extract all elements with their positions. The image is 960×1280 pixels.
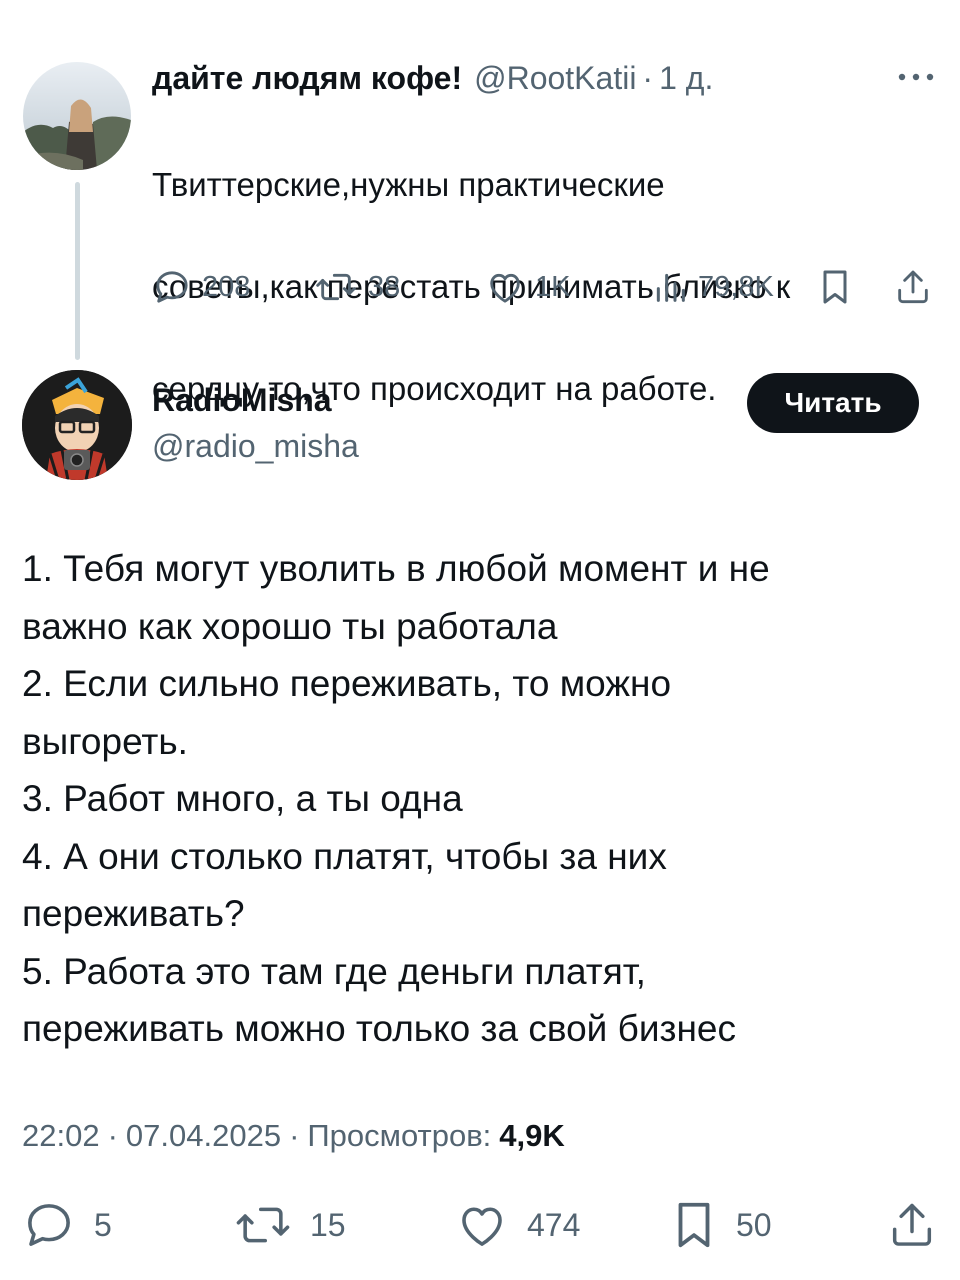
main-text-line: 5. Работа это там где деньги платят, xyxy=(22,950,646,992)
bookmark-icon xyxy=(678,1202,710,1248)
retweet-icon xyxy=(316,273,356,301)
tweet-time[interactable]: 22:02 xyxy=(22,1118,100,1154)
main-text-line: переживать? xyxy=(22,893,245,934)
parent-author-handle[interactable]: @RootKatii xyxy=(474,60,636,97)
reply-button[interactable]: 5 xyxy=(22,1198,112,1252)
like-button[interactable]: 474 xyxy=(455,1198,580,1252)
parent-reply-count: 208 xyxy=(202,270,251,303)
follow-button[interactable]: Читать xyxy=(747,373,919,433)
parent-author-name[interactable]: дайте людям кофе! xyxy=(152,60,462,97)
views-count[interactable]: 4,9K xyxy=(499,1118,564,1154)
like-icon xyxy=(490,273,520,303)
main-text-line: важно как хорошо ты работала xyxy=(22,605,558,647)
parent-tweet-time[interactable]: 1 д. xyxy=(659,60,713,97)
header-separator: · xyxy=(642,60,654,96)
reply-icon xyxy=(156,271,188,303)
retweet-button[interactable]: 15 xyxy=(234,1198,346,1252)
main-author-name[interactable]: RadioMisha xyxy=(152,382,332,419)
reply-icon xyxy=(28,1204,70,1246)
views-label: Просмотров: xyxy=(307,1118,492,1153)
main-text-line: выгореть. xyxy=(22,720,188,762)
main-text-line: 3. Работ много, а ты одна xyxy=(22,778,463,819)
parent-share-button[interactable] xyxy=(893,266,933,308)
retweet-count: 15 xyxy=(310,1206,346,1243)
like-icon xyxy=(462,1207,502,1246)
parent-like-count: 1K xyxy=(535,270,571,303)
tweet-meta: 22:02 · 07.04.2025 · Просмотров: 4,9K xyxy=(22,1118,565,1154)
share-icon xyxy=(898,270,928,304)
parent-retweet-button[interactable]: 38 xyxy=(314,266,400,308)
more-horizontal-icon[interactable] xyxy=(893,62,939,92)
meta-separator: · xyxy=(107,1118,118,1153)
parent-bookmark-button[interactable] xyxy=(817,266,853,308)
main-text-line: переживать можно только за свой бизнес xyxy=(22,1008,736,1049)
share-icon xyxy=(892,1203,932,1246)
main-text-line: 4. А они столько платят, чтобы за них xyxy=(22,835,667,877)
parent-text-line: Твиттерские,нужны практические xyxy=(152,166,665,203)
main-text-line: 1. Тебя могут уволить в любой момент и н… xyxy=(22,548,770,589)
parent-reply-button[interactable]: 208 xyxy=(152,266,250,308)
parent-like-button[interactable]: 1K xyxy=(485,266,570,308)
retweet-icon xyxy=(236,1207,290,1243)
bookmark-button[interactable]: 50 xyxy=(670,1198,772,1252)
parent-author-avatar[interactable] xyxy=(23,62,131,170)
tweet-date[interactable]: 07.04.2025 xyxy=(126,1118,281,1154)
parent-views-button[interactable]: 79,8K xyxy=(652,266,774,308)
views-icon xyxy=(656,273,685,302)
meta-separator: · xyxy=(289,1118,300,1153)
parent-tweet-header: дайте людям кофе! @RootKatii · 1 д. xyxy=(152,60,713,100)
parent-views-count: 79,8K xyxy=(698,270,774,303)
bookmark-icon xyxy=(823,270,847,304)
bookmark-count: 50 xyxy=(736,1206,772,1243)
main-tweet-text: 1. Тебя могут уволить в любой момент и н… xyxy=(22,540,942,1058)
reply-count: 5 xyxy=(94,1206,112,1243)
main-author-handle[interactable]: @radio_misha xyxy=(152,428,359,465)
main-author-avatar[interactable] xyxy=(22,370,132,480)
like-count: 474 xyxy=(527,1206,581,1243)
thread-connector-line xyxy=(75,182,80,360)
parent-retweet-count: 38 xyxy=(368,270,401,303)
share-button[interactable] xyxy=(886,1198,938,1252)
main-text-line: 2. Если сильно переживать, то можно xyxy=(22,663,672,704)
